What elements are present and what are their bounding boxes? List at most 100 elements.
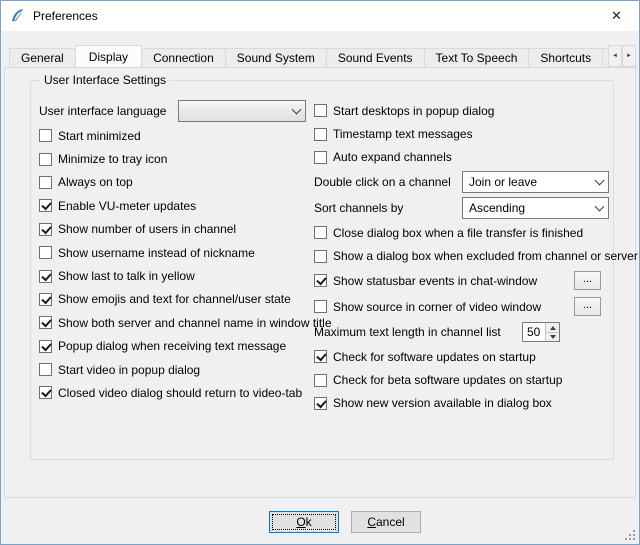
checkbox-popup-dialog-on-text-message[interactable]: Popup dialog when receiving text message xyxy=(39,335,309,358)
window-title: Preferences xyxy=(33,9,98,23)
tab-label: Display xyxy=(89,50,128,64)
app-logo-icon xyxy=(9,8,25,24)
language-label: User interface language xyxy=(39,104,178,118)
checkbox-box xyxy=(314,226,327,239)
right-column: Start desktops in popup dialog Timestamp… xyxy=(314,99,610,415)
checkbox-label: Enable VU-meter updates xyxy=(58,199,196,213)
checkbox-box xyxy=(39,223,52,236)
preferences-dialog: Preferences ✕ General Display Connection… xyxy=(0,0,640,545)
spinner-up-button[interactable] xyxy=(546,323,559,332)
left-column: User interface language Start minimized … xyxy=(39,99,309,405)
statusbar-events-more-button[interactable]: ... xyxy=(574,271,601,290)
video-source-row: Show source in corner of video window ..… xyxy=(314,294,610,320)
tab-sound-events[interactable]: Sound Events xyxy=(326,48,425,67)
tab-bar: General Display Connection Sound System … xyxy=(4,45,636,67)
resize-grip[interactable] xyxy=(623,528,635,540)
checkbox-label: Auto expand channels xyxy=(333,150,452,164)
checkbox-label: Show number of users in channel xyxy=(58,222,236,236)
tab-scroller: ◄ ► xyxy=(608,45,636,67)
checkbox-box xyxy=(39,363,52,376)
user-interface-settings-group: User Interface Settings User interface l… xyxy=(30,80,614,460)
checkbox-label: Popup dialog when receiving text message xyxy=(58,339,286,353)
checkbox-box xyxy=(39,270,52,283)
checkbox-show-last-to-talk-in-yellow[interactable]: Show last to talk in yellow xyxy=(39,264,309,287)
checkbox-enable-vu-meter-updates[interactable]: Enable VU-meter updates xyxy=(39,194,309,217)
tab-shortcuts[interactable]: Shortcuts xyxy=(528,48,603,67)
tab-display[interactable]: Display xyxy=(75,45,142,67)
video-source-more-button[interactable]: ... xyxy=(574,297,601,316)
checkbox-close-dialog-on-file-transfer[interactable]: Close dialog box when a file transfer is… xyxy=(314,221,610,244)
max-text-length-spinner[interactable]: 50 xyxy=(522,322,560,342)
checkbox-start-minimized[interactable]: Start minimized xyxy=(39,124,309,147)
tab-connection[interactable]: Connection xyxy=(141,48,226,67)
checkbox-minimize-to-tray-icon[interactable]: Minimize to tray icon xyxy=(39,147,309,170)
sort-channels-select[interactable]: Ascending xyxy=(462,197,609,219)
checkbox-show-source-in-video-corner[interactable]: Show source in corner of video window xyxy=(314,300,541,314)
checkbox-show-new-version-dialog[interactable]: Show new version available in dialog box xyxy=(314,392,610,415)
checkbox-label: Show statusbar events in chat-window xyxy=(333,274,537,288)
tab-scroll-left-button[interactable]: ◄ xyxy=(608,45,622,67)
tab-text-to-speech[interactable]: Text To Speech xyxy=(424,48,530,67)
tab-label: General xyxy=(21,51,64,65)
close-button[interactable]: ✕ xyxy=(594,1,639,30)
checkbox-show-number-of-users[interactable]: Show number of users in channel xyxy=(39,218,309,241)
tab-scroll-right-button[interactable]: ► xyxy=(622,45,636,67)
tab-label: Shortcuts xyxy=(540,51,591,65)
tab-label: Text To Speech xyxy=(436,51,518,65)
checkbox-box xyxy=(39,153,52,166)
checkbox-show-server-and-channel-in-title[interactable]: Show both server and channel name in win… xyxy=(39,311,309,334)
tab-label: Sound System xyxy=(237,51,315,65)
max-text-length-label: Maximum text length in channel list xyxy=(314,325,501,339)
checkbox-label: Close dialog box when a file transfer is… xyxy=(333,226,583,240)
checkbox-timestamp-text-messages[interactable]: Timestamp text messages xyxy=(314,122,610,145)
checkbox-box xyxy=(39,129,52,142)
checkbox-show-emojis-and-text[interactable]: Show emojis and text for channel/user st… xyxy=(39,288,309,311)
checkbox-label: Show a dialog box when excluded from cha… xyxy=(333,249,638,263)
checkbox-show-username-instead-of-nickname[interactable]: Show username instead of nickname xyxy=(39,241,309,264)
tab-sound-system[interactable]: Sound System xyxy=(225,48,327,67)
group-title: User Interface Settings xyxy=(40,73,170,87)
spinner-down-button[interactable] xyxy=(546,332,559,342)
sort-channels-row: Sort channels by Ascending xyxy=(314,195,610,221)
checkbox-label: Closed video dialog should return to vid… xyxy=(58,386,302,400)
ok-button-label: Ok xyxy=(296,515,311,529)
checkbox-label: Show source in corner of video window xyxy=(333,300,541,314)
checkbox-check-beta-updates-on-startup[interactable]: Check for beta software updates on start… xyxy=(314,368,610,391)
checkbox-check-updates-on-startup[interactable]: Check for software updates on startup xyxy=(314,345,610,368)
checkbox-box xyxy=(39,340,52,353)
checkbox-auto-expand-channels[interactable]: Auto expand channels xyxy=(314,146,610,169)
checkbox-box xyxy=(39,386,52,399)
tab-general[interactable]: General xyxy=(9,48,76,67)
chevron-down-icon xyxy=(590,172,608,192)
checkbox-always-on-top[interactable]: Always on top xyxy=(39,171,309,194)
checkbox-closed-video-return-to-video-tab[interactable]: Closed video dialog should return to vid… xyxy=(39,381,309,404)
spinner-value: 50 xyxy=(523,323,545,341)
ok-button[interactable]: Ok xyxy=(269,511,339,533)
arrow-up-icon xyxy=(550,326,556,330)
cancel-button-label: Cancel xyxy=(367,515,404,529)
checkbox-box xyxy=(39,199,52,212)
checkbox-start-desktops-in-popup[interactable]: Start desktops in popup dialog xyxy=(314,99,610,122)
checkbox-label: Check for beta software updates on start… xyxy=(333,373,562,387)
checkbox-show-statusbar-events[interactable]: Show statusbar events in chat-window xyxy=(314,274,537,288)
spinner-buttons xyxy=(545,323,559,341)
checkbox-label: Always on top xyxy=(58,175,133,189)
cancel-button[interactable]: Cancel xyxy=(351,511,421,533)
double-click-row: Double click on a channel Join or leave xyxy=(314,169,610,195)
max-text-length-row: Maximum text length in channel list 50 xyxy=(314,320,610,345)
checkbox-label: Check for software updates on startup xyxy=(333,350,536,364)
checkbox-start-video-in-popup[interactable]: Start video in popup dialog xyxy=(39,358,309,381)
language-select[interactable] xyxy=(178,100,306,122)
checkbox-show-dialog-when-excluded[interactable]: Show a dialog box when excluded from cha… xyxy=(314,245,610,268)
checkbox-box xyxy=(314,374,327,387)
checkbox-box xyxy=(314,250,327,263)
checkbox-label: Timestamp text messages xyxy=(333,127,473,141)
checkbox-label: Start video in popup dialog xyxy=(58,363,200,377)
double-click-select[interactable]: Join or leave xyxy=(462,171,609,193)
double-click-value: Join or leave xyxy=(469,175,537,189)
checkbox-box xyxy=(314,350,327,363)
checkbox-label: Start desktops in popup dialog xyxy=(333,104,494,118)
checkbox-label: Show new version available in dialog box xyxy=(333,396,552,410)
sort-channels-label: Sort channels by xyxy=(314,201,403,215)
checkbox-label: Show last to talk in yellow xyxy=(58,269,195,283)
